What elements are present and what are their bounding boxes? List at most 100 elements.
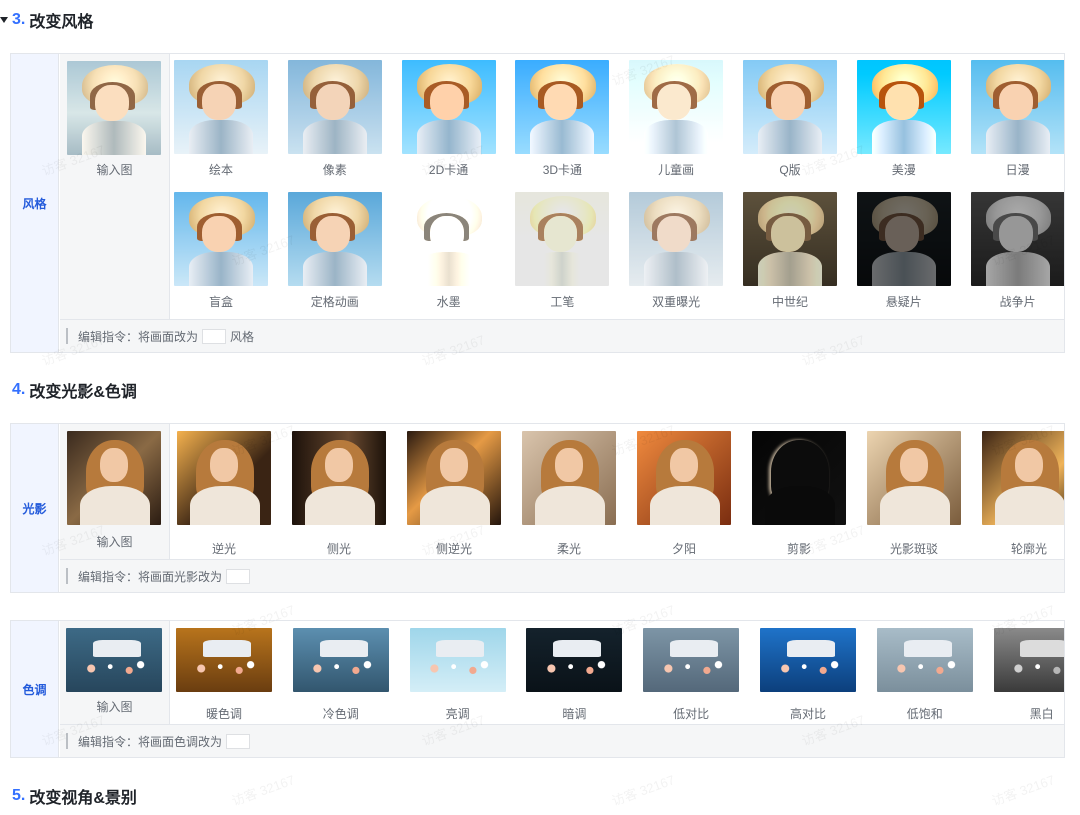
- instruction-text: 编辑指令：将画面光影改为: [78, 569, 223, 584]
- style-option: 3D卡通: [515, 60, 611, 188]
- light-panel: 光影 输入图 逆光 侧光 侧逆光 柔光 夕阳 剪影 光影斑驳 轮廓光 编辑指令：将画面光影改为: [10, 423, 1065, 593]
- style-option: 工笔: [515, 192, 611, 320]
- instruction-bar: 编辑指令：将画面改为 风格: [60, 319, 1064, 352]
- tone-thumbnail: [409, 628, 506, 692]
- light-option: 逆光: [177, 431, 273, 556]
- light-thumbnail: [177, 431, 271, 525]
- style-thumbnail: [743, 192, 837, 286]
- light-option: 柔光: [522, 431, 618, 556]
- style-label: 绘本: [208, 163, 233, 177]
- section-title: 改变光影&色调: [29, 384, 137, 401]
- tone-panel: 色调 输入图 暖色调 冷色调 亮调 暗调 低对比 高对比 低饱和 黑白 编辑指令：将画面色调改…: [10, 620, 1065, 758]
- light-thumbnail: [637, 431, 731, 525]
- style-label: 水墨: [436, 295, 461, 309]
- instruction-suffix: 风格: [230, 329, 255, 344]
- tone-label: 暗调: [562, 707, 587, 721]
- light-label: 轮廓光: [1010, 542, 1047, 556]
- style-option: 水墨: [401, 192, 498, 320]
- section-heading-light-tone: 4. 改变光影&色调: [12, 378, 137, 402]
- tone-thumbnail: [643, 628, 740, 692]
- style-thumbnail: [970, 60, 1064, 154]
- panel-side-label: 光影: [11, 424, 59, 592]
- light-label: 光影斑驳: [889, 542, 938, 556]
- input-column: 输入图: [60, 621, 170, 725]
- light-option: 夕阳: [637, 431, 733, 556]
- panel-side-label: 色调: [11, 621, 59, 757]
- instruction-bar: 编辑指令：将画面光影改为: [60, 559, 1064, 592]
- input-image: [67, 431, 161, 525]
- style-label: 3D卡通: [542, 163, 583, 177]
- style-option: 战争片: [970, 192, 1064, 320]
- style-thumbnail: [515, 192, 610, 286]
- section-number: 4.: [12, 381, 26, 398]
- tone-thumbnail: [876, 628, 973, 692]
- light-thumbnail: [982, 431, 1064, 525]
- section-title: 改变风格: [29, 14, 94, 31]
- tone-label: 低对比: [673, 707, 710, 721]
- style-thumbnail: [287, 192, 382, 286]
- style-thumbnail: [743, 60, 837, 154]
- tone-thumbnail: [292, 628, 389, 692]
- style-thumbnail: [970, 192, 1064, 286]
- input-image-label: 输入图: [96, 700, 133, 714]
- input-image-label: 输入图: [96, 535, 133, 549]
- section-number: 3.: [12, 11, 26, 28]
- style-option: 绘本: [174, 60, 270, 188]
- tone-label: 高对比: [789, 707, 826, 721]
- light-label: 夕阳: [671, 542, 696, 556]
- style-label: 2D卡通: [428, 163, 469, 177]
- light-option: 光影斑驳: [867, 431, 963, 556]
- light-label: 柔光: [556, 542, 581, 556]
- section-heading-style[interactable]: 3. 改变风格: [0, 8, 93, 32]
- panel-side-label: 风格: [11, 54, 59, 352]
- style-option: 像素: [287, 60, 384, 188]
- style-option: 2D卡通: [401, 60, 498, 188]
- style-thumbnail: [515, 60, 610, 154]
- style-label: 日漫: [1005, 163, 1030, 177]
- watermark-text: 访客 32167: [989, 772, 1057, 809]
- section-number: 5.: [12, 787, 26, 804]
- style-option: 儿童画: [629, 60, 725, 188]
- style-label: 悬疑片: [885, 295, 922, 309]
- style-option: Q版: [743, 60, 839, 188]
- tone-option: 暗调: [526, 628, 624, 721]
- style-label: 战争片: [999, 295, 1036, 309]
- tone-label: 暖色调: [205, 707, 242, 721]
- light-label: 逆光: [211, 542, 236, 556]
- input-image-label: 输入图: [96, 163, 133, 177]
- light-thumbnail: [752, 431, 846, 525]
- tone-label: 低饱和: [906, 707, 943, 721]
- style-thumbnail: [629, 192, 724, 286]
- section-heading-view: 5. 改变视角&景别: [12, 784, 137, 808]
- light-option: 剪影: [752, 431, 848, 556]
- tone-option: 低对比: [643, 628, 741, 721]
- style-label: 工笔: [550, 295, 575, 309]
- style-option: 双重曝光: [629, 192, 725, 320]
- light-label: 剪影: [786, 542, 811, 556]
- tone-option: 黑白: [993, 628, 1064, 721]
- style-label: 定格动画: [310, 295, 359, 309]
- style-label: 像素: [322, 163, 347, 177]
- style-option: 日漫: [970, 60, 1064, 188]
- instruction-text: 编辑指令：将画面色调改为: [78, 734, 223, 749]
- style-thumbnail: [401, 60, 496, 154]
- light-option: 侧光: [292, 431, 388, 556]
- input-image: [67, 61, 161, 155]
- light-thumbnail: [292, 431, 386, 525]
- style-option: 中世纪: [743, 192, 839, 320]
- tone-option: 高对比: [760, 628, 858, 721]
- tone-option: 低饱和: [876, 628, 975, 721]
- style-thumbnail: [856, 192, 951, 286]
- tone-option: 冷色调: [292, 628, 391, 721]
- collapse-caret-icon[interactable]: [0, 17, 8, 23]
- style-option: 悬疑片: [856, 192, 953, 320]
- input-column: 输入图: [60, 424, 170, 560]
- instruction-text: 编辑指令：将画面改为: [78, 329, 199, 344]
- style-option: 定格动画: [287, 192, 384, 320]
- watermark-text: 访客 32167: [609, 772, 677, 809]
- style-thumbnail: [174, 192, 268, 286]
- style-option: 美漫: [856, 60, 953, 188]
- instruction-blank: [226, 733, 251, 749]
- light-label: 侧逆光: [435, 542, 472, 556]
- light-thumbnail: [867, 431, 961, 525]
